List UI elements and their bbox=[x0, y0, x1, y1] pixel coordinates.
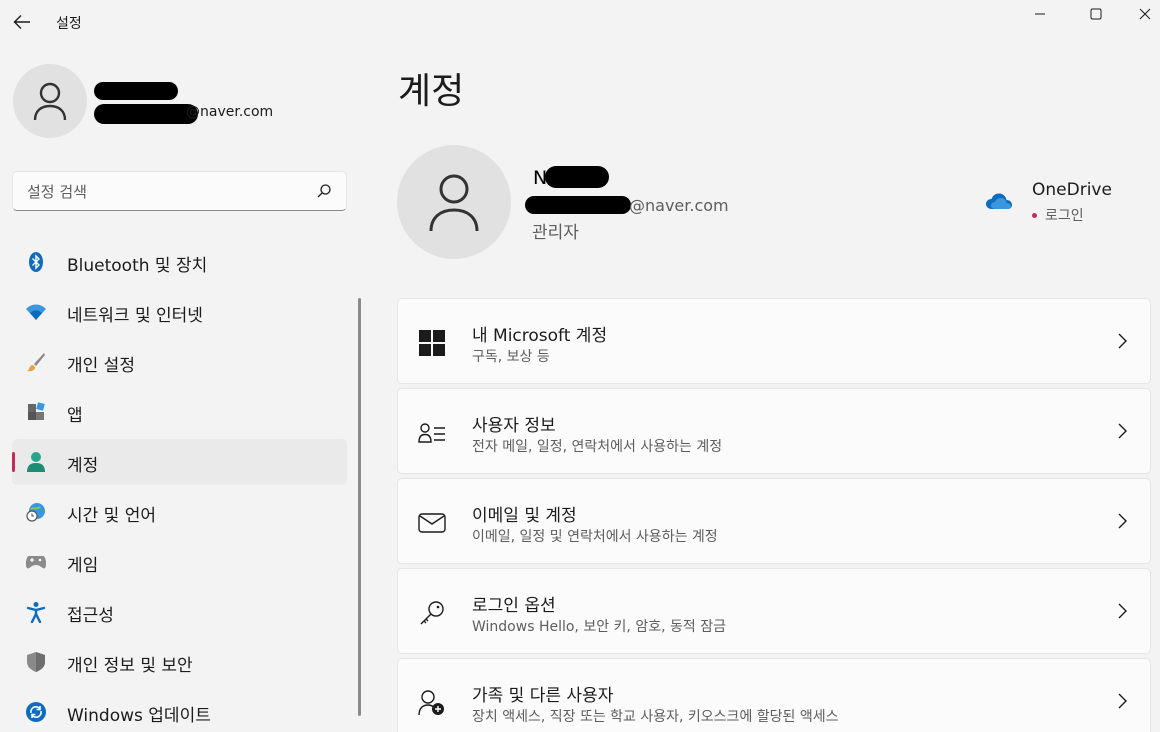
sidebar-item-accounts[interactable]: 계정 bbox=[12, 439, 347, 485]
title-bar: 설정 bbox=[0, 0, 1160, 46]
main-content: 계정 N @naver.com 관리자 OneDrive 로그인 내 Micro… bbox=[365, 46, 1160, 732]
bluetooth-icon bbox=[24, 250, 48, 274]
sidebar-item-network[interactable]: 네트워크 및 인터넷 bbox=[12, 289, 347, 335]
chevron-right-icon bbox=[1118, 603, 1127, 619]
close-icon bbox=[1139, 8, 1151, 20]
chevron-right-icon bbox=[1118, 693, 1127, 709]
wifi-icon bbox=[24, 300, 48, 324]
person-icon bbox=[33, 82, 67, 121]
chevron-right-icon bbox=[1118, 423, 1127, 439]
sidebar-item-bluetooth[interactable]: Bluetooth 및 장치 bbox=[12, 239, 347, 285]
back-arrow-icon bbox=[13, 15, 30, 29]
sidebar-item-label: 계정 bbox=[67, 456, 99, 476]
sidebar-item-apps[interactable]: 앱 bbox=[12, 389, 347, 435]
sidebar-scrollbar[interactable] bbox=[358, 298, 361, 716]
sidebar-item-label: 개인 설정 bbox=[67, 356, 135, 376]
maximize-button[interactable] bbox=[1076, 0, 1116, 28]
chevron-right-icon bbox=[1118, 513, 1127, 529]
add-user-icon bbox=[418, 689, 446, 717]
account-role: 관리자 bbox=[532, 223, 579, 243]
sidebar-item-personalization[interactable]: 개인 설정 bbox=[12, 339, 347, 385]
onedrive-status: 로그인 bbox=[1045, 208, 1084, 224]
user-info-icon bbox=[418, 419, 446, 447]
onedrive-title[interactable]: OneDrive bbox=[1032, 180, 1112, 200]
card-family-other-users[interactable]: 가족 및 다른 사용자 장치 액세스, 직장 또는 학교 사용자, 키오스크에 … bbox=[397, 658, 1151, 732]
card-subtitle: 구독, 보상 등 bbox=[472, 349, 550, 365]
minimize-button[interactable] bbox=[1020, 0, 1060, 28]
card-sign-in-options[interactable]: 로그인 옵션 Windows Hello, 보안 키, 암호, 동적 잠금 bbox=[397, 568, 1151, 654]
sidebar-item-label: Bluetooth 및 장치 bbox=[67, 256, 208, 276]
sidebar-item-privacy-security[interactable]: 개인 정보 및 보안 bbox=[12, 639, 347, 685]
sidebar-item-gaming[interactable]: 게임 bbox=[12, 539, 347, 585]
user-email: @naver.com bbox=[186, 104, 274, 120]
redaction-mark bbox=[545, 166, 609, 188]
sidebar-item-windows-update[interactable]: Windows 업데이트 bbox=[12, 689, 347, 732]
card-your-info[interactable]: 사용자 정보 전자 메일, 일정, 연락처에서 사용하는 계정 bbox=[397, 388, 1151, 474]
card-title: 사용자 정보 bbox=[472, 416, 556, 436]
accessibility-icon bbox=[24, 600, 48, 624]
card-subtitle: Windows Hello, 보안 키, 암호, 동적 잠금 bbox=[472, 619, 726, 635]
paintbrush-icon bbox=[24, 350, 48, 374]
person-icon bbox=[429, 174, 479, 232]
card-subtitle: 이메일, 일정 및 연락처에서 사용하는 계정 bbox=[472, 529, 718, 545]
maximize-icon bbox=[1090, 8, 1102, 20]
card-title: 가족 및 다른 사용자 bbox=[472, 686, 614, 706]
card-subtitle: 전자 메일, 일정, 연락처에서 사용하는 계정 bbox=[472, 439, 723, 455]
settings-cards: 내 Microsoft 계정 구독, 보상 등 사용자 정보 전자 메일, 일정… bbox=[397, 298, 1151, 732]
status-dot bbox=[1032, 213, 1037, 218]
sidebar-item-label: 개인 정보 및 보안 bbox=[67, 656, 193, 676]
gamepad-icon bbox=[24, 550, 48, 574]
close-button[interactable] bbox=[1130, 0, 1160, 28]
sidebar-item-label: 접근성 bbox=[67, 606, 114, 626]
account-icon bbox=[24, 450, 48, 474]
card-title: 이메일 및 계정 bbox=[472, 506, 577, 526]
sidebar-item-label: 앱 bbox=[67, 406, 83, 426]
account-email: @naver.com bbox=[629, 196, 729, 215]
mail-icon bbox=[418, 509, 446, 537]
sidebar-item-label: 네트워크 및 인터넷 bbox=[67, 306, 203, 326]
sidebar-item-accessibility[interactable]: 접근성 bbox=[12, 589, 347, 635]
back-button[interactable] bbox=[8, 8, 36, 36]
onedrive-icon[interactable] bbox=[985, 190, 1013, 212]
search-icon[interactable] bbox=[316, 183, 332, 199]
search-placeholder: 설정 검색 bbox=[27, 183, 87, 201]
redaction-mark bbox=[525, 196, 631, 214]
apps-icon bbox=[24, 400, 48, 424]
app-title: 설정 bbox=[56, 16, 82, 32]
sidebar: J @naver.com 설정 검색 Bluetooth 및 장치 네트워크 및… bbox=[0, 46, 365, 732]
search-input[interactable]: 설정 검색 bbox=[12, 171, 347, 211]
windows-logo-icon bbox=[418, 329, 446, 357]
selection-indicator bbox=[12, 452, 15, 472]
card-subtitle: 장치 액세스, 직장 또는 학교 사용자, 키오스크에 할당된 액세스 bbox=[472, 709, 839, 725]
redaction-mark bbox=[94, 82, 178, 100]
minimize-icon bbox=[1035, 13, 1045, 15]
card-microsoft-account[interactable]: 내 Microsoft 계정 구독, 보상 등 bbox=[397, 298, 1151, 384]
card-email-accounts[interactable]: 이메일 및 계정 이메일, 일정 및 연락처에서 사용하는 계정 bbox=[397, 478, 1151, 564]
redaction-mark bbox=[94, 104, 198, 124]
card-title: 내 Microsoft 계정 bbox=[472, 326, 608, 346]
shield-icon bbox=[24, 650, 48, 674]
page-title: 계정 bbox=[398, 71, 465, 112]
card-title: 로그인 옵션 bbox=[472, 596, 556, 616]
sidebar-item-label: 시간 및 언어 bbox=[67, 506, 157, 526]
globe-clock-icon bbox=[24, 500, 48, 524]
key-icon bbox=[418, 599, 446, 627]
user-avatar[interactable] bbox=[13, 64, 87, 138]
sidebar-item-label: 게임 bbox=[67, 556, 99, 576]
windows-update-icon bbox=[24, 700, 48, 724]
account-avatar[interactable] bbox=[397, 145, 511, 259]
nav-list: Bluetooth 및 장치 네트워크 및 인터넷 개인 설정 앱 계정 시간 … bbox=[12, 239, 347, 732]
chevron-right-icon bbox=[1118, 333, 1127, 349]
sidebar-item-label: Windows 업데이트 bbox=[67, 706, 211, 726]
sidebar-item-time-language[interactable]: 시간 및 언어 bbox=[12, 489, 347, 535]
